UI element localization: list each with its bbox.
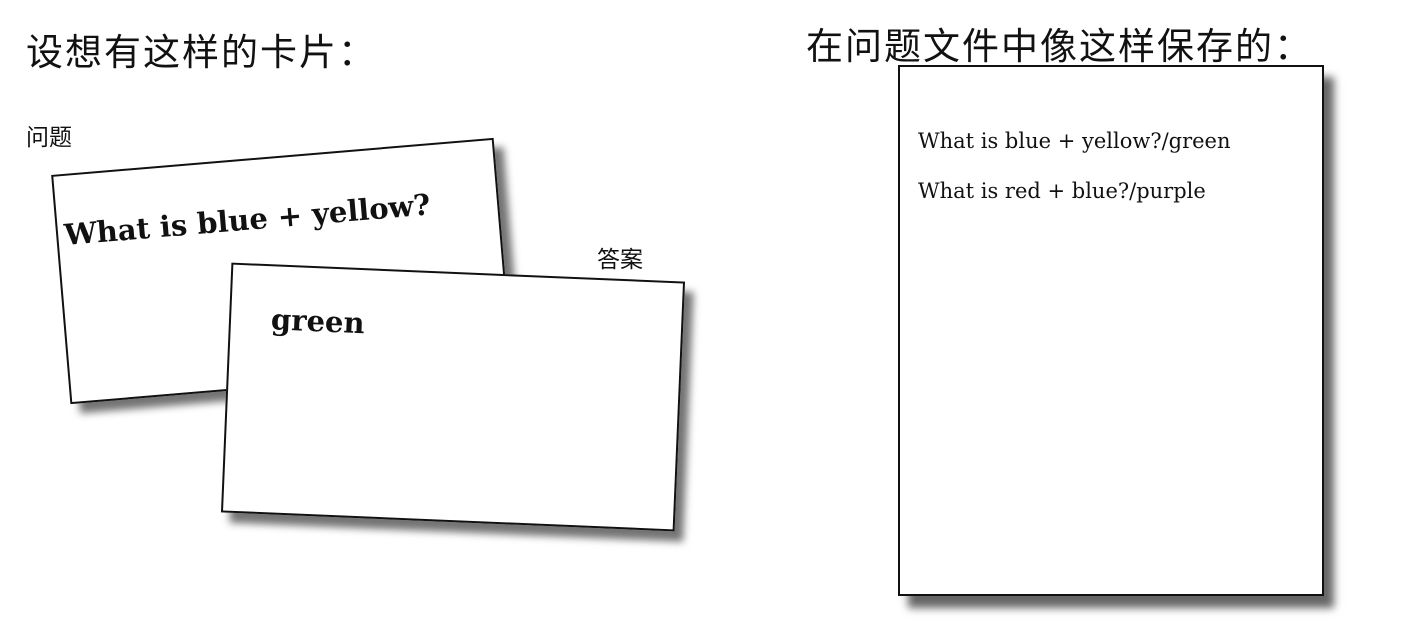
file-line: What is blue + yellow?/green: [918, 129, 1231, 153]
cards-heading: 设想有这样的卡片：: [26, 31, 377, 74]
answer-card: green: [220, 262, 686, 532]
question-card-text: What is blue + yellow?: [62, 187, 432, 253]
answer-label: 答案: [597, 247, 643, 273]
question-label: 问题: [26, 125, 72, 151]
answer-card-text: green: [270, 302, 366, 341]
file-heading: 在问题文件中像这样保存的：: [806, 25, 1313, 68]
question-file: What is blue + yellow?/green What is red…: [898, 65, 1324, 596]
file-line: What is red + blue?/purple: [918, 179, 1206, 203]
